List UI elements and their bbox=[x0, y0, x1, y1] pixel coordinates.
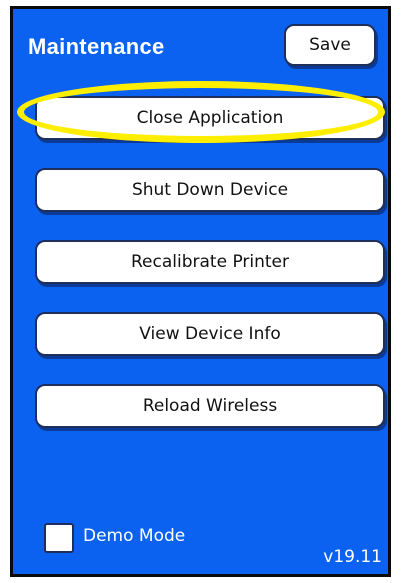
reload-wireless-button[interactable]: Reload Wireless bbox=[35, 384, 385, 428]
save-button[interactable]: Save bbox=[284, 24, 376, 66]
view-device-info-button[interactable]: View Device Info bbox=[35, 312, 385, 356]
maintenance-panel: Maintenance Save Close Application Shut … bbox=[10, 6, 391, 577]
version-label: v19.11 bbox=[323, 547, 382, 567]
demo-mode-label: Demo Mode bbox=[83, 526, 186, 546]
demo-mode-checkbox[interactable] bbox=[44, 523, 74, 553]
recalibrate-printer-button[interactable]: Recalibrate Printer bbox=[35, 240, 385, 284]
shut-down-device-button[interactable]: Shut Down Device bbox=[35, 168, 385, 212]
page-title: Maintenance bbox=[28, 34, 165, 59]
close-application-button[interactable]: Close Application bbox=[35, 96, 385, 140]
